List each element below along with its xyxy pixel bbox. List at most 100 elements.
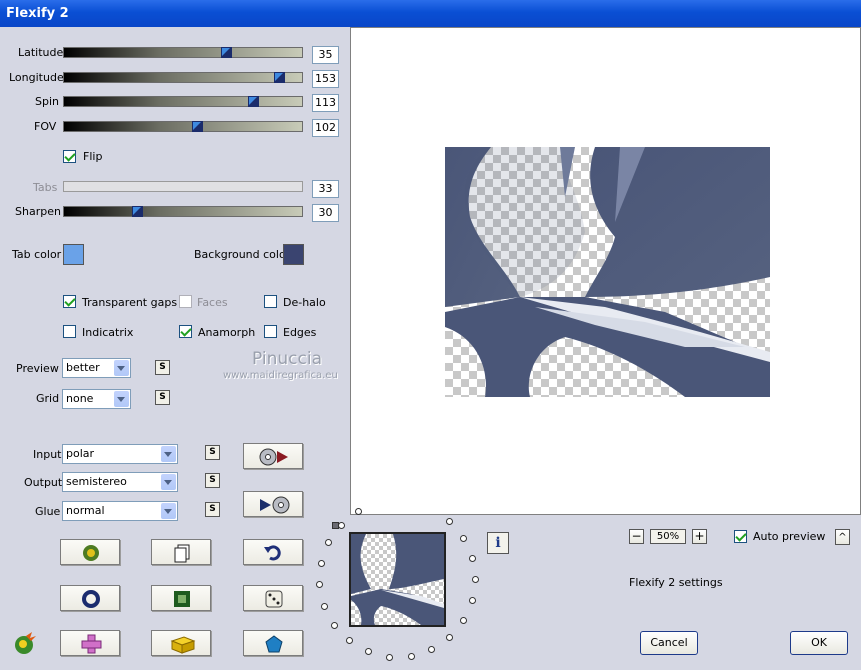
background-color-label: Background color: [194, 248, 291, 261]
pentagon-icon: [265, 635, 283, 653]
square-button[interactable]: [151, 585, 211, 611]
grid-s-button[interactable]: S: [155, 390, 170, 405]
longitude-thumb[interactable]: [274, 72, 285, 83]
input-select[interactable]: polar: [62, 444, 178, 464]
anamorph-checkbox[interactable]: [179, 325, 192, 338]
tabs-slider: [63, 181, 303, 192]
dial-dot[interactable]: [330, 621, 338, 629]
output-s-button[interactable]: S: [205, 473, 220, 488]
spin-value[interactable]: 113: [312, 94, 339, 112]
tab-color-swatch[interactable]: [63, 244, 84, 265]
flexify-logo-icon: [15, 632, 36, 654]
pink-plus-icon: [81, 634, 102, 654]
dial-dot[interactable]: [468, 597, 476, 605]
preview-panel[interactable]: [350, 27, 861, 515]
dial-dot[interactable]: [316, 581, 324, 589]
block-button[interactable]: [151, 630, 211, 656]
glue-value: normal: [66, 504, 105, 517]
dial-dot[interactable]: [325, 539, 333, 547]
undo-button[interactable]: [243, 539, 303, 565]
flexify-icon: [83, 545, 99, 561]
info-button[interactable]: i: [487, 532, 509, 554]
preview-label: Preview: [16, 362, 59, 375]
preview-s-button[interactable]: S: [155, 360, 170, 375]
longitude-slider[interactable]: [63, 72, 303, 83]
grid-select[interactable]: none: [62, 389, 131, 409]
plus-button[interactable]: [60, 630, 120, 656]
dial-dot[interactable]: [407, 652, 415, 660]
dial-dot[interactable]: [385, 653, 393, 661]
fov-value[interactable]: 102: [312, 119, 339, 137]
preview-select[interactable]: better: [62, 358, 131, 378]
navigator-thumbnail[interactable]: [349, 532, 446, 627]
load-preset-button[interactable]: [243, 443, 303, 469]
latitude-value[interactable]: 35: [312, 46, 339, 64]
fov-slider[interactable]: [63, 121, 303, 132]
randomize-button[interactable]: [243, 585, 303, 611]
glue-select[interactable]: normal: [62, 501, 178, 521]
dice-icon: [265, 590, 283, 608]
dial-dot[interactable]: [428, 646, 436, 654]
dial-dot[interactable]: [337, 521, 345, 529]
save-preset-button[interactable]: [243, 491, 303, 517]
dial-dot[interactable]: [345, 637, 353, 645]
sharpen-thumb[interactable]: [132, 206, 143, 217]
copy-icon: [174, 544, 190, 563]
latitude-label: Latitude: [18, 46, 64, 59]
pentagon-button[interactable]: [243, 630, 303, 656]
dial-dot[interactable]: [364, 648, 372, 656]
cancel-button[interactable]: Cancel: [640, 631, 698, 655]
dial-dot[interactable]: [446, 518, 454, 526]
zoom-in-button[interactable]: +: [692, 529, 707, 544]
grid-value: none: [66, 392, 94, 405]
preview-image: [445, 147, 770, 397]
copy-button[interactable]: [151, 539, 211, 565]
flip-label: Flip: [83, 150, 103, 163]
indicatrix-label: Indicatrix: [82, 326, 134, 339]
sharpen-slider[interactable]: [63, 206, 303, 217]
dial-dot[interactable]: [460, 617, 468, 625]
dial-dot[interactable]: [472, 576, 479, 583]
chevron-down-icon: [161, 474, 176, 490]
glue-s-button[interactable]: S: [205, 502, 220, 517]
flip-checkbox[interactable]: [63, 150, 76, 163]
grid-label: Grid: [36, 392, 60, 405]
edges-checkbox[interactable]: [264, 325, 277, 338]
chevron-down-icon: [161, 503, 176, 519]
spin-slider[interactable]: [63, 96, 303, 107]
dial-dot[interactable]: [460, 534, 468, 542]
fov-label: FOV: [34, 120, 57, 133]
input-value: polar: [66, 447, 95, 460]
sharpen-label: Sharpen: [15, 205, 61, 218]
sharpen-value[interactable]: 30: [312, 204, 339, 222]
dehalo-label: De-halo: [283, 296, 326, 309]
dial-dot[interactable]: [446, 633, 454, 641]
chevron-down-icon: [161, 446, 176, 462]
dial-dot[interactable]: [468, 554, 476, 562]
dehalo-checkbox[interactable]: [264, 295, 277, 308]
title-bar: Flexify 2: [0, 0, 861, 27]
flexify-button[interactable]: [60, 539, 120, 565]
flexified-image: [445, 147, 770, 397]
ring-button[interactable]: [60, 585, 120, 611]
ok-button[interactable]: OK: [790, 631, 848, 655]
longitude-value[interactable]: 153: [312, 70, 339, 88]
output-select[interactable]: semistereo: [62, 472, 178, 492]
fov-thumb[interactable]: [192, 121, 203, 132]
background-color-swatch[interactable]: [283, 244, 304, 265]
latitude-thumb[interactable]: [221, 47, 232, 58]
input-s-button[interactable]: S: [205, 445, 220, 460]
tabs-value[interactable]: 33: [312, 180, 339, 198]
dial-dot[interactable]: [317, 559, 325, 567]
output-label: Output: [24, 476, 63, 489]
latitude-slider[interactable]: [63, 47, 303, 58]
spin-thumb[interactable]: [248, 96, 259, 107]
zoom-out-button[interactable]: −: [629, 529, 644, 544]
chevron-down-icon: [114, 391, 129, 407]
dial-dot[interactable]: [320, 602, 328, 610]
undo-icon: [264, 545, 281, 561]
auto-preview-checkbox[interactable]: [734, 530, 747, 543]
transparent-gaps-checkbox[interactable]: [63, 295, 76, 308]
indicatrix-checkbox[interactable]: [63, 325, 76, 338]
collapse-button[interactable]: ^: [835, 529, 850, 545]
